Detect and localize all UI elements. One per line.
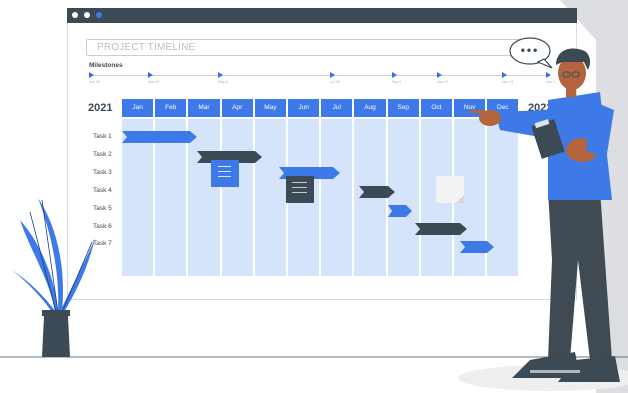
plant <box>12 198 95 357</box>
speech-bubble-dots: ••• <box>520 43 540 57</box>
presenter <box>470 48 620 382</box>
scene-decoration <box>0 0 628 393</box>
